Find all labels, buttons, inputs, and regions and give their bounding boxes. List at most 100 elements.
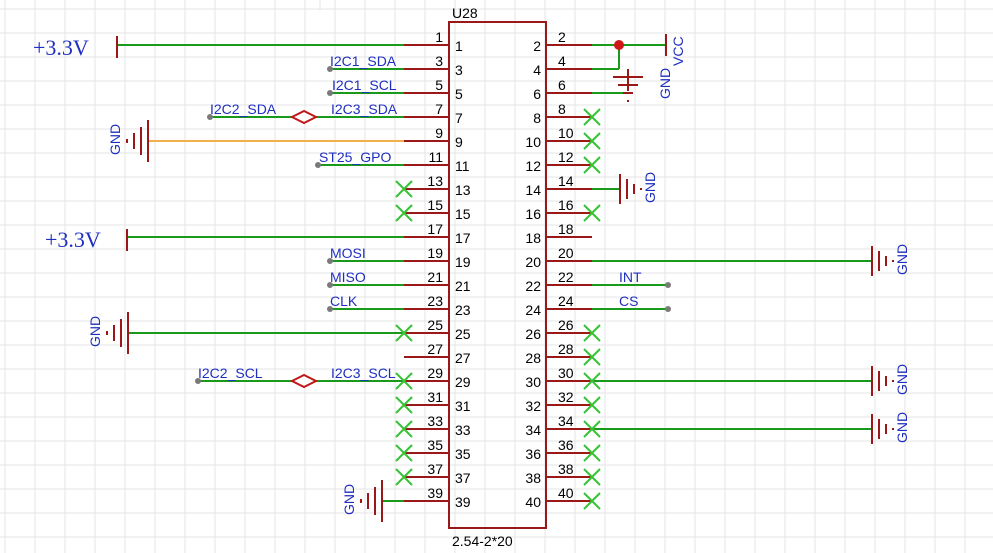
pin-number-2: 2 <box>558 29 566 45</box>
net-port-i2c-sda[interactable] <box>289 109 319 125</box>
schematic-canvas: U28 2.54-2*20 11335577991111131315151717… <box>0 0 993 553</box>
wire-end-dot <box>665 282 671 288</box>
pin-name-26: 26 <box>525 326 541 342</box>
pin-number-1: 1 <box>435 29 443 45</box>
pin-number-6: 6 <box>558 77 566 93</box>
pin-name-20: 20 <box>525 254 541 270</box>
pin-name-29: 29 <box>455 374 471 390</box>
pin-number-34: 34 <box>558 413 574 429</box>
pin-name-30: 30 <box>525 374 541 390</box>
net-label-i2c2-sda[interactable]: I2C2_SDA <box>210 101 277 117</box>
pin-number-4: 4 <box>558 53 566 69</box>
pin-number-31: 31 <box>427 389 443 405</box>
power-port-3v3-top[interactable]: +3.3V <box>33 35 118 60</box>
pin-number-7: 7 <box>435 101 443 117</box>
pin-name-13: 13 <box>455 182 471 198</box>
pin-number-35: 35 <box>427 437 443 453</box>
pin-number-18: 18 <box>558 221 574 237</box>
net-label-st25-gpo[interactable]: ST25_GPO <box>319 149 391 165</box>
pin-number-24: 24 <box>558 293 574 309</box>
pin-number-22: 22 <box>558 269 574 285</box>
pin-number-28: 28 <box>558 341 574 357</box>
pin-name-4: 4 <box>533 62 541 78</box>
pin-name-38: 38 <box>525 470 541 486</box>
power-port-vcc[interactable]: VCC <box>665 34 686 66</box>
pin-number-29: 29 <box>427 365 443 381</box>
pin-number-19: 19 <box>427 245 443 261</box>
component-designator: U28 <box>452 5 478 21</box>
vcc-label: VCC <box>670 36 686 66</box>
pin-name-34: 34 <box>525 422 541 438</box>
pin-number-32: 32 <box>558 389 574 405</box>
power-label: +3.3V <box>45 227 101 252</box>
pin-name-15: 15 <box>455 206 471 222</box>
pin-name-39: 39 <box>455 494 471 510</box>
connector-pins: 1133557799111113131515171719192121232325… <box>404 29 592 510</box>
pin-name-18: 18 <box>525 230 541 246</box>
pin-name-37: 37 <box>455 470 471 486</box>
pin-name-11: 11 <box>455 158 470 174</box>
pin-number-10: 10 <box>558 125 574 141</box>
gnd-symbol-pin9[interactable]: GND <box>107 120 149 162</box>
gnd-label: GND <box>87 316 103 347</box>
power-label: +3.3V <box>33 35 89 60</box>
pin-name-36: 36 <box>525 446 541 462</box>
pin-number-40: 40 <box>558 485 574 501</box>
net-label-i2c1-sda[interactable]: I2C1_SDA <box>330 53 397 69</box>
pin-number-39: 39 <box>427 485 443 501</box>
gnd-symbol-pin39[interactable]: GND <box>341 480 383 522</box>
pin-name-16: 16 <box>525 206 541 222</box>
pin-name-2: 2 <box>533 38 541 54</box>
pin-name-24: 24 <box>525 302 541 318</box>
pin-name-9: 9 <box>455 134 463 150</box>
pin-name-3: 3 <box>455 62 463 78</box>
gnd-symbol-pin25[interactable]: GND <box>87 312 129 354</box>
pin-number-12: 12 <box>558 149 574 165</box>
wire-end-dot <box>665 306 671 312</box>
pin-number-30: 30 <box>558 365 574 381</box>
pin-name-31: 31 <box>455 398 471 414</box>
pin-name-1: 1 <box>455 38 463 54</box>
pin-name-5: 5 <box>455 86 463 102</box>
pin-number-38: 38 <box>558 461 574 477</box>
net-label-i2c1-scl[interactable]: I2C1_SCL <box>332 77 397 93</box>
gnd-label: GND <box>894 412 910 443</box>
pin-name-7: 7 <box>455 110 463 126</box>
pin-number-25: 25 <box>427 317 443 333</box>
pin-number-21: 21 <box>427 269 443 285</box>
pin-name-10: 10 <box>525 134 541 150</box>
pin-name-28: 28 <box>525 350 541 366</box>
gnd-label: GND <box>657 68 673 99</box>
pin-name-40: 40 <box>525 494 541 510</box>
pin-name-35: 35 <box>455 446 471 462</box>
net-label-int[interactable]: INT <box>619 269 642 285</box>
pin-number-33: 33 <box>427 413 443 429</box>
net-label-mosi[interactable]: MOSI <box>330 245 366 261</box>
pin-name-22: 22 <box>525 278 541 294</box>
net-label-cs[interactable]: CS <box>619 293 638 309</box>
pin-number-36: 36 <box>558 437 574 453</box>
net-label-i2c3-sda[interactable]: I2C3_SDA <box>331 101 398 117</box>
pin-name-33: 33 <box>455 422 471 438</box>
net-label-clk[interactable]: CLK <box>330 293 358 309</box>
pin-number-23: 23 <box>427 293 443 309</box>
pin-number-5: 5 <box>435 77 443 93</box>
pin-number-14: 14 <box>558 173 574 189</box>
pin-number-3: 3 <box>435 53 443 69</box>
pin-name-25: 25 <box>455 326 471 342</box>
pin-number-26: 26 <box>558 317 574 333</box>
pin-name-8: 8 <box>533 110 541 126</box>
net-label-i2c2-scl[interactable]: I2C2_SCL <box>198 365 263 381</box>
power-port-3v3-mid[interactable]: +3.3V <box>45 227 128 252</box>
pin-number-9: 9 <box>435 125 443 141</box>
pin-name-27: 27 <box>455 350 471 366</box>
gnd-label: GND <box>341 484 357 515</box>
net-label-i2c3-scl[interactable]: I2C3_SCL <box>331 365 396 381</box>
net-label-miso[interactable]: MISO <box>330 269 366 285</box>
background-grid <box>0 0 993 553</box>
pin-number-11: 11 <box>428 149 443 165</box>
net-port-i2c-scl[interactable] <box>289 373 319 389</box>
gnd-symbol-pin6[interactable]: GND <box>613 68 673 102</box>
pin-name-19: 19 <box>455 254 471 270</box>
junction-dot <box>614 40 624 50</box>
